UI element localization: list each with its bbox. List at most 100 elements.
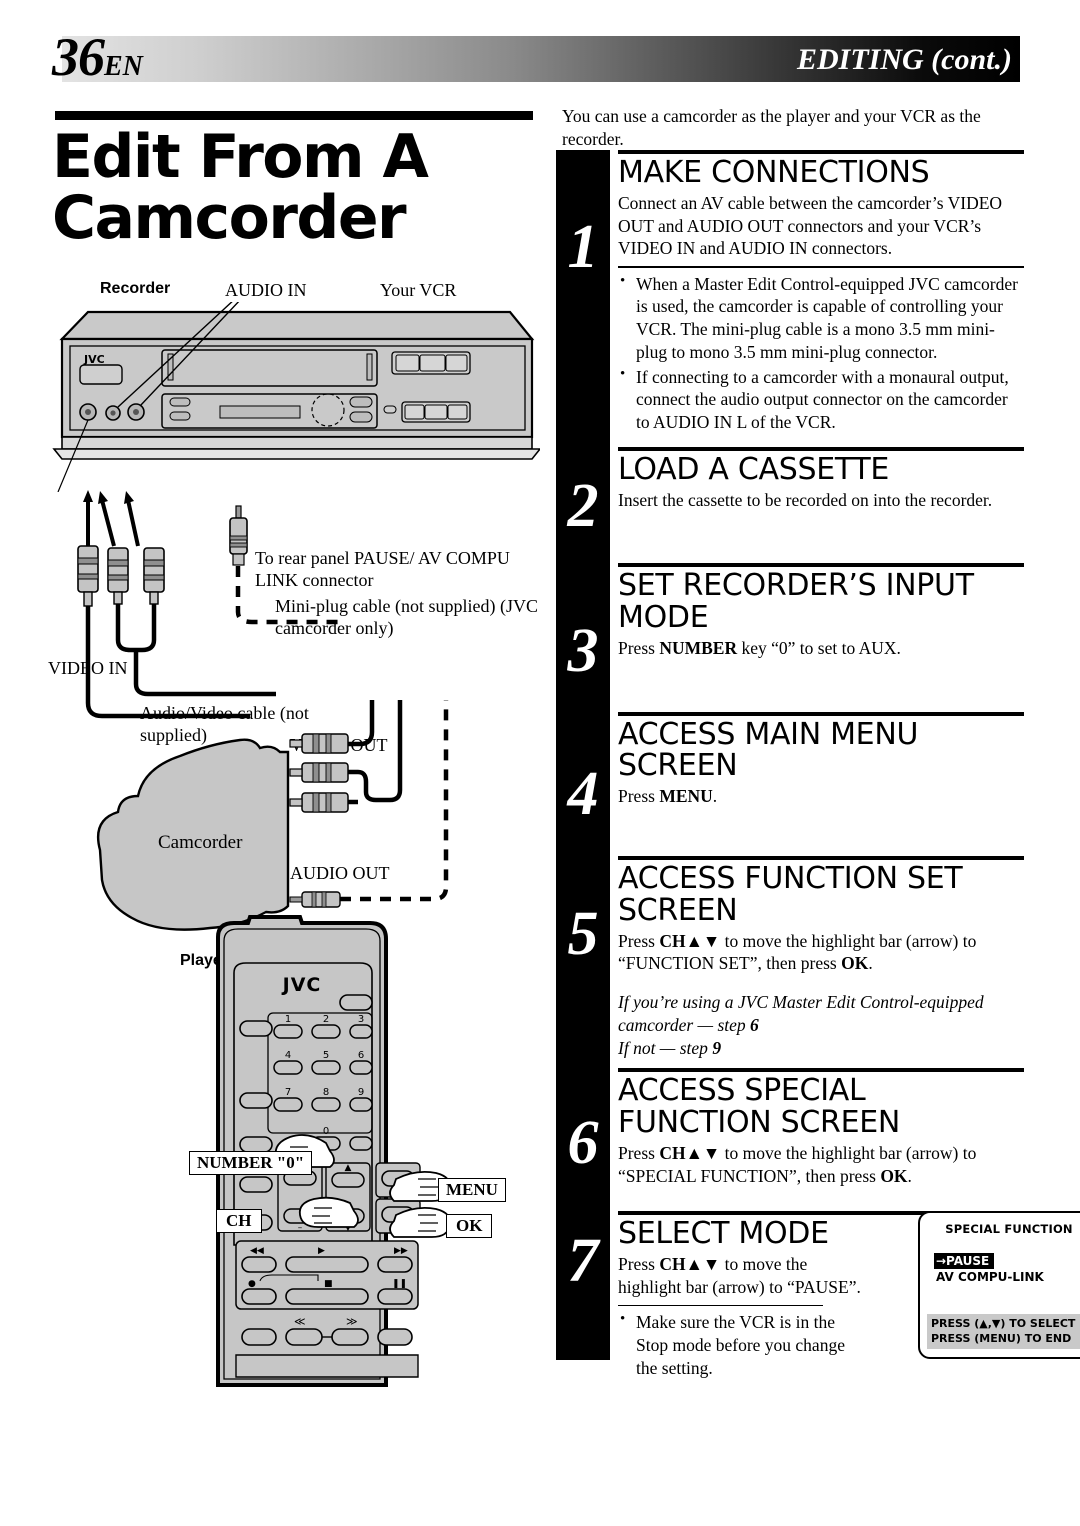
section-title: EDITING (cont.) <box>797 43 1012 76</box>
step-7-bullet-1: Make sure the VCR is in the Stop mode be… <box>618 1310 868 1379</box>
svg-text:●: ● <box>248 1279 256 1289</box>
step-3: SET RECORDER’S INPUT MODE Press NUMBER k… <box>618 563 1024 659</box>
osd-item-pause-row: →PAUSE <box>934 1252 1080 1270</box>
step-5-heading: ACCESS FUNCTION SET SCREEN <box>618 861 963 928</box>
step-7-text: Press CH▲▼ to move the highlight bar (ar… <box>618 1250 868 1379</box>
step-4-heading: ACCESS MAIN MENU SCREEN <box>618 716 919 784</box>
callout-ch: CH <box>216 1209 262 1233</box>
page-language-code: EN <box>104 51 143 82</box>
svg-text:▲: ▲ <box>345 1163 352 1173</box>
vcr-illustration: JVC <box>52 302 540 492</box>
page-title: Edit From A Camcorder <box>52 122 429 254</box>
svg-text:▶▶: ▶▶ <box>394 1246 408 1256</box>
step-number-4: 4 <box>567 760 599 828</box>
svg-text:■: ■ <box>324 1279 333 1289</box>
step-7-row: Press CH▲▼ to move the highlight bar (ar… <box>618 1211 1080 1379</box>
step-5-key: CH▲▼ <box>659 930 721 951</box>
step-2-rule <box>618 446 1024 451</box>
step-6-body-end: . <box>907 1165 912 1186</box>
step-number-6: 6 <box>567 1109 599 1177</box>
osd-footer-line1: PRESS (▲,▼) TO SELECT <box>931 1316 1076 1330</box>
page-number-value: 36 <box>52 27 105 87</box>
step-number-7: 7 <box>567 1227 599 1295</box>
osd-special-function-screen: SPECIAL FUNCTION →PAUSE AV COMPU-LINK PR… <box>918 1211 1080 1360</box>
step-7-subrule <box>618 1304 823 1307</box>
step-6: ACCESS SPECIAL FUNCTION SCREEN Press CH▲… <box>618 1068 1024 1187</box>
step-4-body: Press MENU. <box>618 785 1024 808</box>
page-header: 36EN EDITING (cont.) <box>0 0 1080 110</box>
step-5-note-line2: If not — step <box>618 1037 713 1058</box>
step-number-1: 1 <box>567 213 599 281</box>
step-7: SELECT MODE Press CH▲▼ to move the highl… <box>618 1211 1080 1379</box>
svg-text:0: 0 <box>323 1126 329 1137</box>
osd-footer-line2: PRESS (MENU) TO END <box>931 1331 1072 1345</box>
left-column: Edit From A Camcorder Recorder AUDIO IN … <box>40 105 540 1505</box>
svg-text:◀◀: ◀◀ <box>250 1246 264 1256</box>
step-6-heading: ACCESS SPECIAL FUNCTION SCREEN <box>618 1073 901 1141</box>
step-5-note-line1: If you’re using a JVC Master Edit Contro… <box>618 992 984 1035</box>
osd-footer: PRESS (▲,▼) TO SELECT PRESS (MENU) TO EN… <box>927 1313 1080 1350</box>
svg-text:1: 1 <box>285 1014 291 1025</box>
osd-item-av-compu-link: AV COMPU-LINK <box>936 1270 1044 1285</box>
step-3-body-post: key “0” to set to AUX. <box>737 637 901 658</box>
step-3-body: Press NUMBER key “0” to set to AUX. <box>618 637 1024 660</box>
svg-text:≪: ≪ <box>294 1315 306 1328</box>
callout-number-zero: NUMBER "0" <box>189 1151 313 1175</box>
svg-text:❚❚: ❚❚ <box>392 1279 407 1289</box>
step-6-body: Press CH▲▼ to move the highlight bar (ar… <box>618 1142 1024 1188</box>
step-number-2: 2 <box>567 472 599 540</box>
svg-text:2: 2 <box>323 1014 329 1025</box>
diagram-label-your-vcr: Your VCR <box>380 280 457 300</box>
step-5-note-step-b: 9 <box>712 1037 722 1058</box>
connection-diagram: Recorder AUDIO IN Your VCR JVC VIDEO IN … <box>40 280 540 969</box>
step-1: MAKE CONNECTIONS Connect an AV cable bet… <box>618 150 1024 434</box>
diagram-label-recorder: Recorder <box>100 280 171 297</box>
step-4-rule <box>618 711 1024 716</box>
step-2-heading: LOAD A CASSETTE <box>618 451 890 487</box>
step-3-body-pre: Press <box>618 637 660 658</box>
callout-ok: OK <box>446 1214 493 1238</box>
step-1-bullet-2: If connecting to a camcorder with a mona… <box>618 365 1024 434</box>
step-5: ACCESS FUNCTION SET SCREEN Press CH▲▼ to… <box>618 856 1024 1059</box>
step-5-note-step-a: 6 <box>750 1014 759 1035</box>
step-5-body-end: . <box>868 953 873 974</box>
step-6-body-pre: Press <box>618 1142 660 1163</box>
step-5-body: Press CH▲▼ to move the highlight bar (ar… <box>618 930 1024 976</box>
diagram-label-video-in: VIDEO IN <box>48 658 128 678</box>
step-2-body: Insert the cassette to be recorded on in… <box>618 489 993 510</box>
osd-title: SPECIAL FUNCTION <box>945 1222 1073 1237</box>
page-number: 36EN <box>52 30 143 84</box>
step-1-heading: MAKE CONNECTIONS <box>618 155 930 190</box>
step-5-body-pre: Press <box>618 930 660 951</box>
step-5-rule <box>618 856 1024 861</box>
svg-text:6: 6 <box>358 1050 364 1061</box>
step-6-key2: OK <box>880 1165 908 1186</box>
osd-item-pause: →PAUSE <box>934 1253 995 1270</box>
step-number-5: 5 <box>567 900 599 968</box>
svg-text:9: 9 <box>358 1087 364 1098</box>
diagram-label-audio-in: AUDIO IN <box>225 280 307 300</box>
step-1-bullets: When a Master Edit Control-equipped JVC … <box>618 272 1024 434</box>
svg-text:Camcorder: Camcorder <box>158 832 243 853</box>
step-number-3: 3 <box>567 617 599 685</box>
diagram-label-rear-panel: To rear panel PAUSE/ AV COMPU LINK conne… <box>255 548 510 590</box>
svg-text:8: 8 <box>323 1087 329 1098</box>
step-6-rule <box>618 1068 1024 1073</box>
step-7-body-pre: Press <box>618 1254 660 1275</box>
step-4-body-post: . <box>712 786 718 807</box>
step-number-column: 1 2 3 4 5 6 7 <box>556 150 610 1360</box>
step-1-subrule <box>618 266 1024 268</box>
step-3-rule <box>618 563 1024 568</box>
step-4-key: MENU <box>659 786 713 807</box>
title-rule <box>55 111 533 120</box>
step-4-body-pre: Press <box>618 786 660 807</box>
callout-menu: MENU <box>438 1178 506 1202</box>
svg-text:–: – <box>298 1223 303 1233</box>
step-5-key2: OK <box>841 953 869 974</box>
step-2: LOAD A CASSETTE Insert the cassette to b… <box>618 446 1024 512</box>
step-7-body: Press CH▲▼ to move the highlight bar (ar… <box>618 1253 868 1299</box>
step-4: ACCESS MAIN MENU SCREEN Press MENU. <box>618 711 1024 808</box>
step-7-key: CH▲▼ <box>659 1254 721 1275</box>
steps-list: MAKE CONNECTIONS Connect an AV cable bet… <box>618 150 1080 1380</box>
svg-text:5: 5 <box>323 1050 329 1061</box>
